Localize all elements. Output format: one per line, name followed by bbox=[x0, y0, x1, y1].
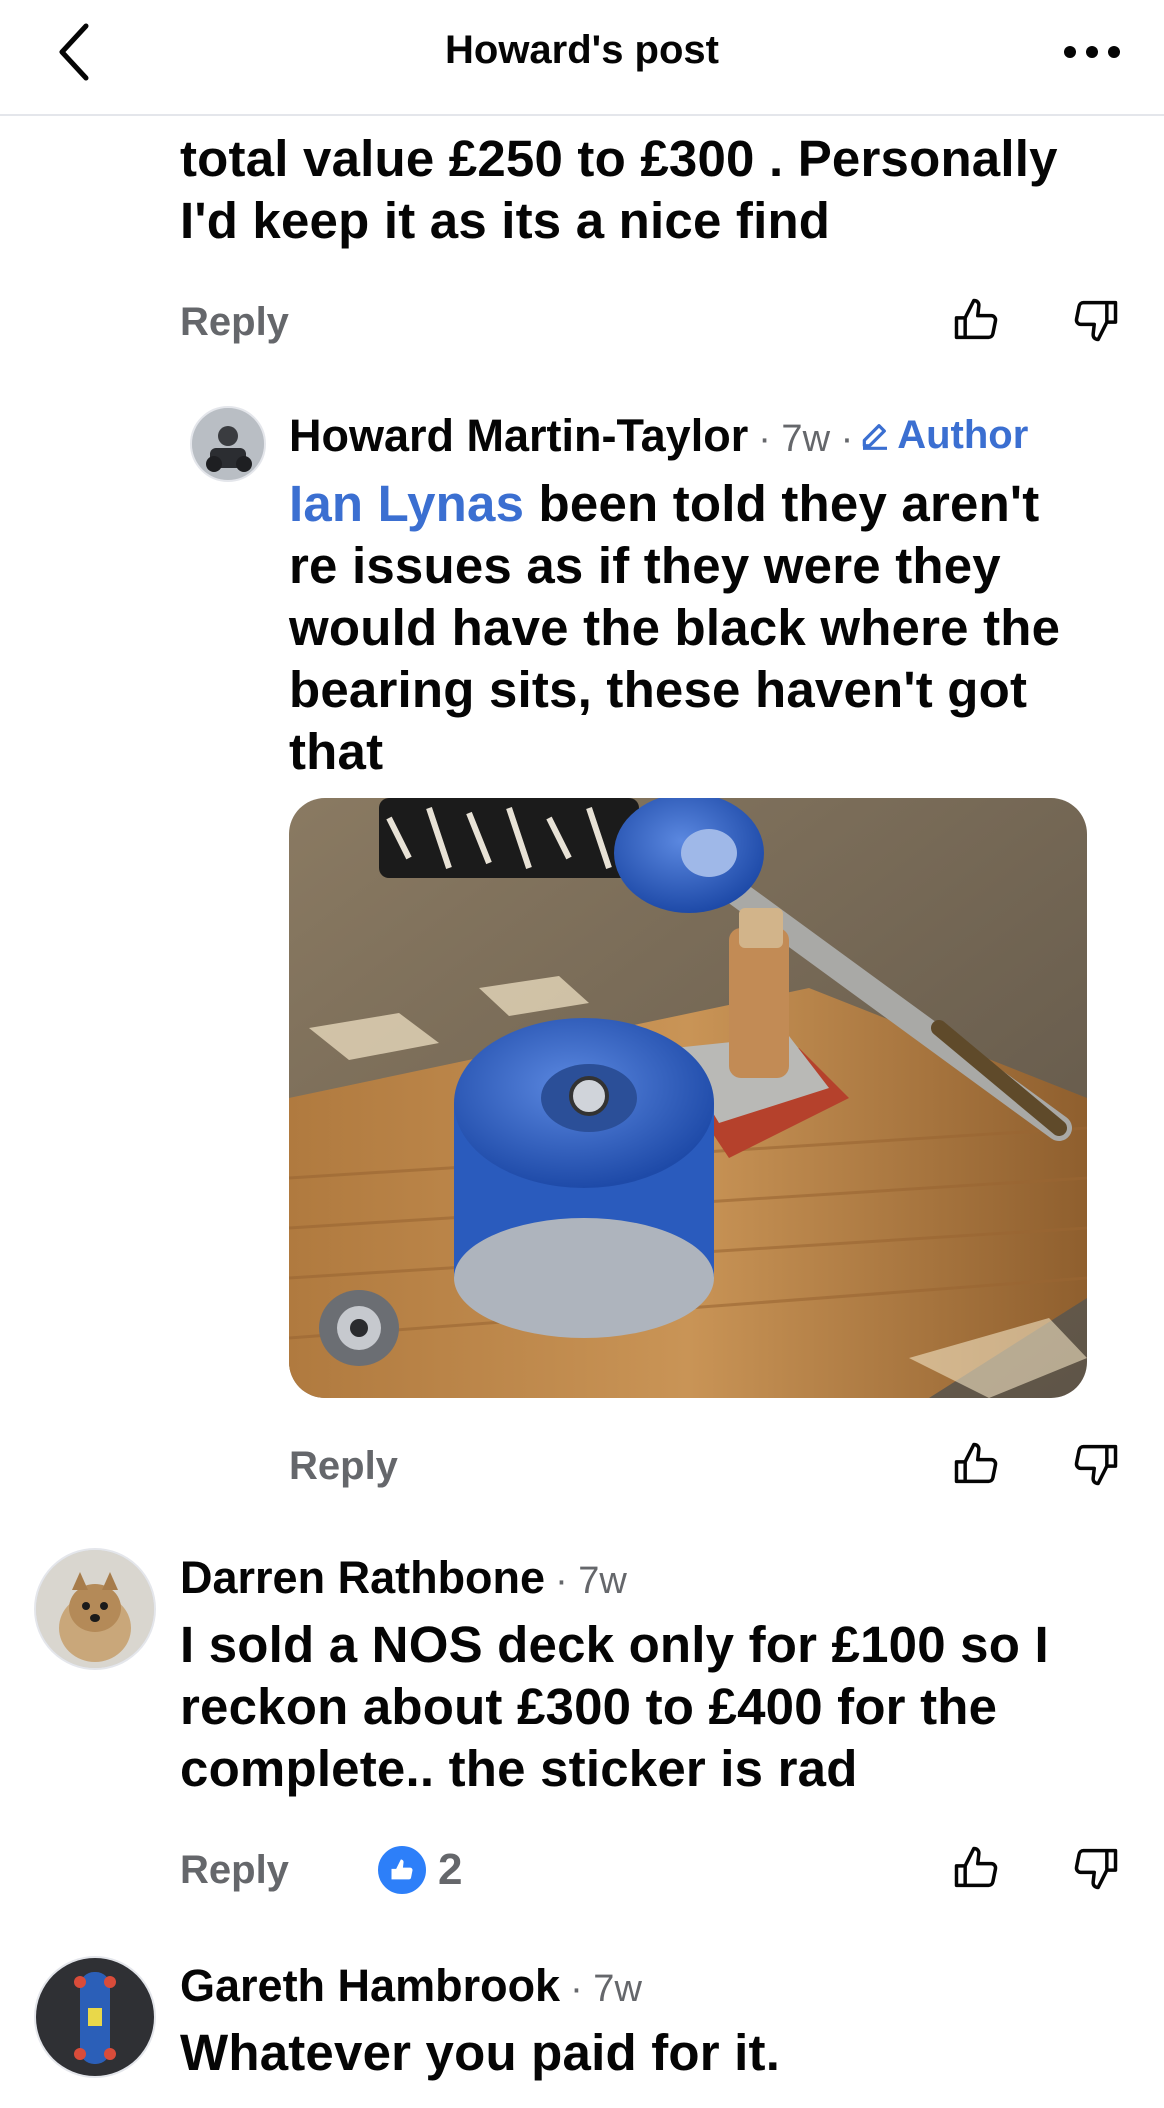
upvote-button[interactable] bbox=[946, 288, 1006, 352]
comment-line: total value £250 to £300 . Personally bbox=[180, 130, 1058, 187]
comment-line-rest: been told they aren't bbox=[524, 475, 1040, 532]
pencil-icon bbox=[862, 424, 888, 450]
upvote-button[interactable] bbox=[946, 1432, 1006, 1496]
comment-line: Ian Lynas been told they aren't bbox=[289, 473, 1149, 535]
comment-line: complete.. the sticker is rad bbox=[180, 1740, 858, 1797]
comment-line: Whatever you paid for it. bbox=[180, 2024, 781, 2081]
more-options-button[interactable] bbox=[1060, 24, 1124, 80]
comment-header: Howard Martin-Taylor · 7w · Author bbox=[289, 410, 1028, 462]
reply-button[interactable]: Reply bbox=[180, 1848, 289, 1893]
like-reaction-icon bbox=[376, 1844, 428, 1896]
timestamp: · 7w bbox=[570, 1968, 642, 2010]
avatar[interactable] bbox=[190, 406, 266, 482]
reaction-summary[interactable]: 2 bbox=[376, 1844, 462, 1896]
post-comments-screen: Howard's post total value £250 to £300 .… bbox=[0, 0, 1164, 2108]
author-name[interactable]: Darren Rathbone bbox=[180, 1552, 545, 1604]
avatar[interactable] bbox=[34, 1956, 156, 2078]
more-horizontal-icon bbox=[1064, 46, 1120, 58]
downvote-button[interactable] bbox=[1066, 1836, 1126, 1900]
comment-photo[interactable] bbox=[289, 798, 1087, 1398]
comment-line: I sold a NOS deck only for £100 so I bbox=[180, 1616, 1049, 1673]
downvote-button[interactable] bbox=[1066, 288, 1126, 352]
comment-actions: Reply bbox=[0, 1432, 1164, 1502]
top-navigation-bar: Howard's post bbox=[0, 0, 1164, 116]
thumbs-down-icon bbox=[1074, 300, 1118, 342]
mention-link[interactable]: Ian Lynas bbox=[289, 475, 524, 532]
page-title: Howard's post bbox=[445, 28, 719, 72]
thumbs-down-icon bbox=[1074, 1444, 1118, 1486]
skateboard-truck-photo bbox=[289, 798, 1087, 1398]
reply-button[interactable]: Reply bbox=[289, 1444, 398, 1489]
avatar-photo bbox=[192, 408, 264, 480]
comment-line: re issues as if they were they bbox=[289, 537, 1001, 594]
author-name[interactable]: Howard Martin-Taylor bbox=[289, 410, 748, 462]
comment-text: Whatever you paid for it. bbox=[180, 2022, 1140, 2084]
comment-header: Darren Rathbone · 7w bbox=[180, 1552, 627, 1604]
comment-line: I'd keep it as its a nice find bbox=[180, 192, 831, 249]
comment-text: total value £250 to £300 . Personally I'… bbox=[180, 128, 1140, 252]
avatar-photo bbox=[36, 1958, 154, 2076]
downvote-button[interactable] bbox=[1066, 1432, 1126, 1496]
author-badge: Author bbox=[859, 413, 1028, 458]
comment-text: I sold a NOS deck only for £100 so I rec… bbox=[180, 1614, 1140, 1800]
comment-text: Ian Lynas been told they aren't re issue… bbox=[289, 473, 1149, 783]
author-badge-label: Author bbox=[897, 412, 1029, 457]
comment-line: bearing sits, these haven't got bbox=[289, 661, 1028, 718]
thumbs-down-icon bbox=[1074, 1848, 1118, 1890]
comment-line: would have the black where the bbox=[289, 599, 1061, 656]
avatar[interactable] bbox=[34, 1548, 156, 1670]
comment-header: Gareth Hambrook · 7w bbox=[180, 1960, 642, 2012]
comment-actions: Reply 2 bbox=[0, 1836, 1164, 1906]
avatar-photo bbox=[36, 1550, 154, 1668]
reaction-count: 2 bbox=[438, 1845, 463, 1894]
thumbs-up-icon bbox=[954, 1442, 998, 1484]
author-name[interactable]: Gareth Hambrook bbox=[180, 1960, 560, 2012]
comment-line: reckon about £300 to £400 for the bbox=[180, 1678, 998, 1735]
thumbs-up-icon bbox=[954, 298, 998, 340]
timestamp: · 7w · bbox=[758, 418, 854, 460]
upvote-button[interactable] bbox=[946, 1836, 1006, 1900]
timestamp: · 7w bbox=[555, 1560, 627, 1602]
thumbs-up-icon bbox=[954, 1846, 998, 1888]
comment-actions: Reply bbox=[0, 288, 1164, 358]
reply-button[interactable]: Reply bbox=[180, 300, 289, 345]
comment-line: that bbox=[289, 723, 384, 780]
